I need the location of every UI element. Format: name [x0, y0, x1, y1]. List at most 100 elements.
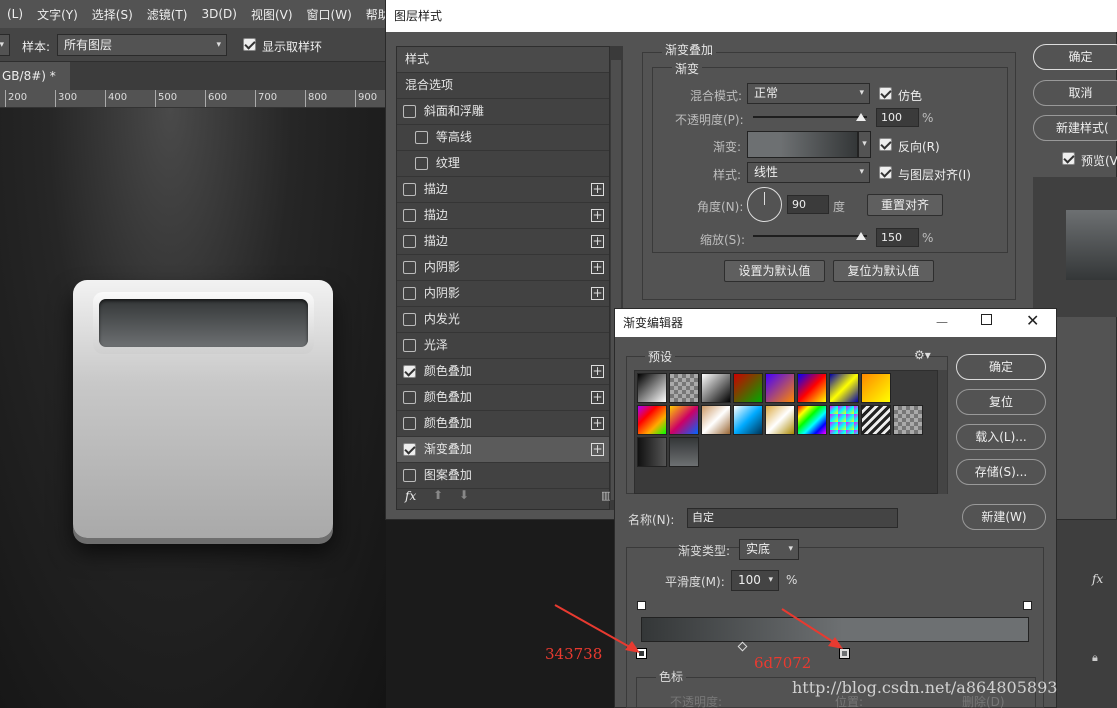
checkbox-unchecked-icon[interactable]	[403, 287, 416, 300]
gear-icon[interactable]: ⚙▾	[914, 348, 931, 362]
style-item-bevel[interactable]: 斜面和浮雕	[397, 99, 609, 125]
checkbox-unchecked-icon[interactable]	[403, 391, 416, 404]
preset-swatch[interactable]	[733, 405, 763, 435]
gradient-load-button[interactable]: 载入(L)...	[956, 424, 1046, 450]
minimize-icon[interactable]: —	[936, 315, 948, 329]
maximize-icon[interactable]	[981, 314, 992, 325]
checkbox-unchecked-icon[interactable]	[403, 183, 416, 196]
preset-swatch[interactable]	[797, 405, 827, 435]
preset-swatch[interactable]	[669, 373, 699, 403]
gradient-type-select[interactable]: 实底 ▾	[739, 539, 799, 560]
close-icon[interactable]: ✕	[1026, 311, 1039, 330]
style-item-gradient-overlay[interactable]: 渐变叠加 +	[397, 437, 609, 463]
plus-icon[interactable]: +	[591, 417, 604, 430]
dither-checkbox[interactable]	[879, 86, 892, 100]
sample-select[interactable]: 所有图层 ▾	[57, 34, 227, 56]
scale-slider-track[interactable]	[753, 235, 867, 237]
lock-icon[interactable]: 🔒︎	[1092, 651, 1098, 665]
menu-item-3d[interactable]: 3D(D)	[194, 7, 243, 21]
checkbox-unchecked-icon[interactable]	[403, 261, 416, 274]
arrow-down-icon[interactable]: ⬇	[459, 488, 469, 502]
opacity-slider-track[interactable]	[753, 116, 867, 118]
plus-icon[interactable]: +	[591, 183, 604, 196]
style-item-satin[interactable]: 光泽	[397, 333, 609, 359]
gradient-reset-button[interactable]: 复位	[956, 389, 1046, 415]
style-item-stroke[interactable]: 描边 +	[397, 177, 609, 203]
gradient-picker[interactable]	[747, 131, 858, 158]
preset-swatch[interactable]	[893, 405, 923, 435]
menu-item-type[interactable]: 文字(Y)	[30, 6, 85, 23]
scale-slider-knob[interactable]	[856, 232, 866, 240]
style-item-stroke[interactable]: 描边 +	[397, 203, 609, 229]
blend-mode-select[interactable]: 正常 ▾	[747, 83, 870, 104]
style-item-texture[interactable]: 纹理	[397, 151, 609, 177]
style-item-inner-shadow[interactable]: 内阴影 +	[397, 281, 609, 307]
checkbox-unchecked-icon[interactable]	[403, 313, 416, 326]
style-item-inner-glow[interactable]: 内发光	[397, 307, 609, 333]
preset-swatch[interactable]	[765, 405, 795, 435]
preset-swatch[interactable]	[637, 437, 667, 467]
preset-swatch[interactable]	[733, 373, 763, 403]
style-item-contour[interactable]: 等高线	[397, 125, 609, 151]
style-item-color-overlay[interactable]: 颜色叠加 +	[397, 385, 609, 411]
preset-swatch[interactable]	[765, 373, 795, 403]
opacity-stop-right[interactable]	[1023, 601, 1032, 610]
new-style-button[interactable]: 新建样式(	[1033, 115, 1117, 141]
set-default-button[interactable]: 设置为默认值	[724, 260, 825, 282]
preset-swatch[interactable]	[829, 373, 859, 403]
style-item-stroke[interactable]: 描边 +	[397, 229, 609, 255]
checkbox-unchecked-icon[interactable]	[403, 105, 416, 118]
style-item-pattern-overlay[interactable]: 图案叠加	[397, 463, 609, 489]
plus-icon[interactable]: +	[591, 443, 604, 456]
menu-item-filter[interactable]: 滤镜(T)	[140, 6, 195, 23]
show-ring-checkbox[interactable]	[243, 37, 256, 51]
name-input[interactable]: 自定	[687, 508, 898, 528]
preview-checkbox[interactable]	[1062, 151, 1075, 165]
preset-swatch[interactable]	[701, 373, 731, 403]
preset-swatch[interactable]	[669, 437, 699, 467]
style-item-inner-shadow[interactable]: 内阴影 +	[397, 255, 609, 281]
opacity-input[interactable]: 100	[876, 108, 919, 127]
gradient-ok-button[interactable]: 确定	[956, 354, 1046, 380]
gradient-new-button[interactable]: 新建(W)	[962, 504, 1046, 530]
arrow-up-icon[interactable]: ⬆	[433, 488, 443, 502]
style-item-color-overlay[interactable]: 颜色叠加 +	[397, 411, 609, 437]
align-checkbox[interactable]	[879, 165, 892, 179]
plus-icon[interactable]: +	[591, 235, 604, 248]
preset-swatch[interactable]	[797, 373, 827, 403]
preset-swatch[interactable]	[669, 405, 699, 435]
gradient-save-button[interactable]: 存储(S)...	[956, 459, 1046, 485]
checkbox-unchecked-icon[interactable]	[415, 157, 428, 170]
angle-dial[interactable]	[747, 187, 782, 222]
checkbox-checked-icon[interactable]	[403, 443, 416, 456]
scale-input[interactable]: 150	[876, 228, 919, 247]
style-select[interactable]: 线性 ▾	[747, 162, 870, 183]
plus-icon[interactable]: +	[591, 261, 604, 274]
tool-preset-select[interactable]: ▾	[0, 34, 10, 56]
checkbox-unchecked-icon[interactable]	[403, 469, 416, 482]
presets-scrollbar[interactable]	[938, 370, 947, 494]
smoothness-select[interactable]: 100 ▾	[731, 570, 779, 591]
style-item-blending[interactable]: 混合选项	[397, 73, 609, 99]
reset-default-button[interactable]: 复位为默认值	[833, 260, 934, 282]
preset-swatch[interactable]	[861, 373, 891, 403]
menu-item-window[interactable]: 窗口(W)	[300, 6, 359, 23]
reset-align-button[interactable]: 重置对齐	[867, 194, 943, 216]
preset-swatch[interactable]	[701, 405, 731, 435]
checkbox-unchecked-icon[interactable]	[403, 209, 416, 222]
fx-button[interactable]: fx	[405, 489, 416, 503]
checkbox-checked-icon[interactable]	[403, 365, 416, 378]
angle-input[interactable]: 90	[787, 195, 829, 214]
preset-swatch[interactable]	[829, 405, 859, 435]
menu-item-view[interactable]: 视图(V)	[244, 6, 300, 23]
opacity-slider-knob[interactable]	[856, 113, 866, 121]
document-tab[interactable]: GB/8#) * ×	[0, 62, 70, 111]
style-item-color-overlay[interactable]: 颜色叠加 +	[397, 359, 609, 385]
preset-swatch[interactable]	[861, 405, 891, 435]
preset-swatch[interactable]	[637, 373, 667, 403]
chevron-down-icon[interactable]: ▾	[858, 131, 871, 158]
reverse-checkbox[interactable]	[879, 137, 892, 151]
menu-item-select[interactable]: 选择(S)	[85, 6, 140, 23]
plus-icon[interactable]: +	[591, 287, 604, 300]
menu-item-layer[interactable]: (L)	[0, 7, 30, 21]
